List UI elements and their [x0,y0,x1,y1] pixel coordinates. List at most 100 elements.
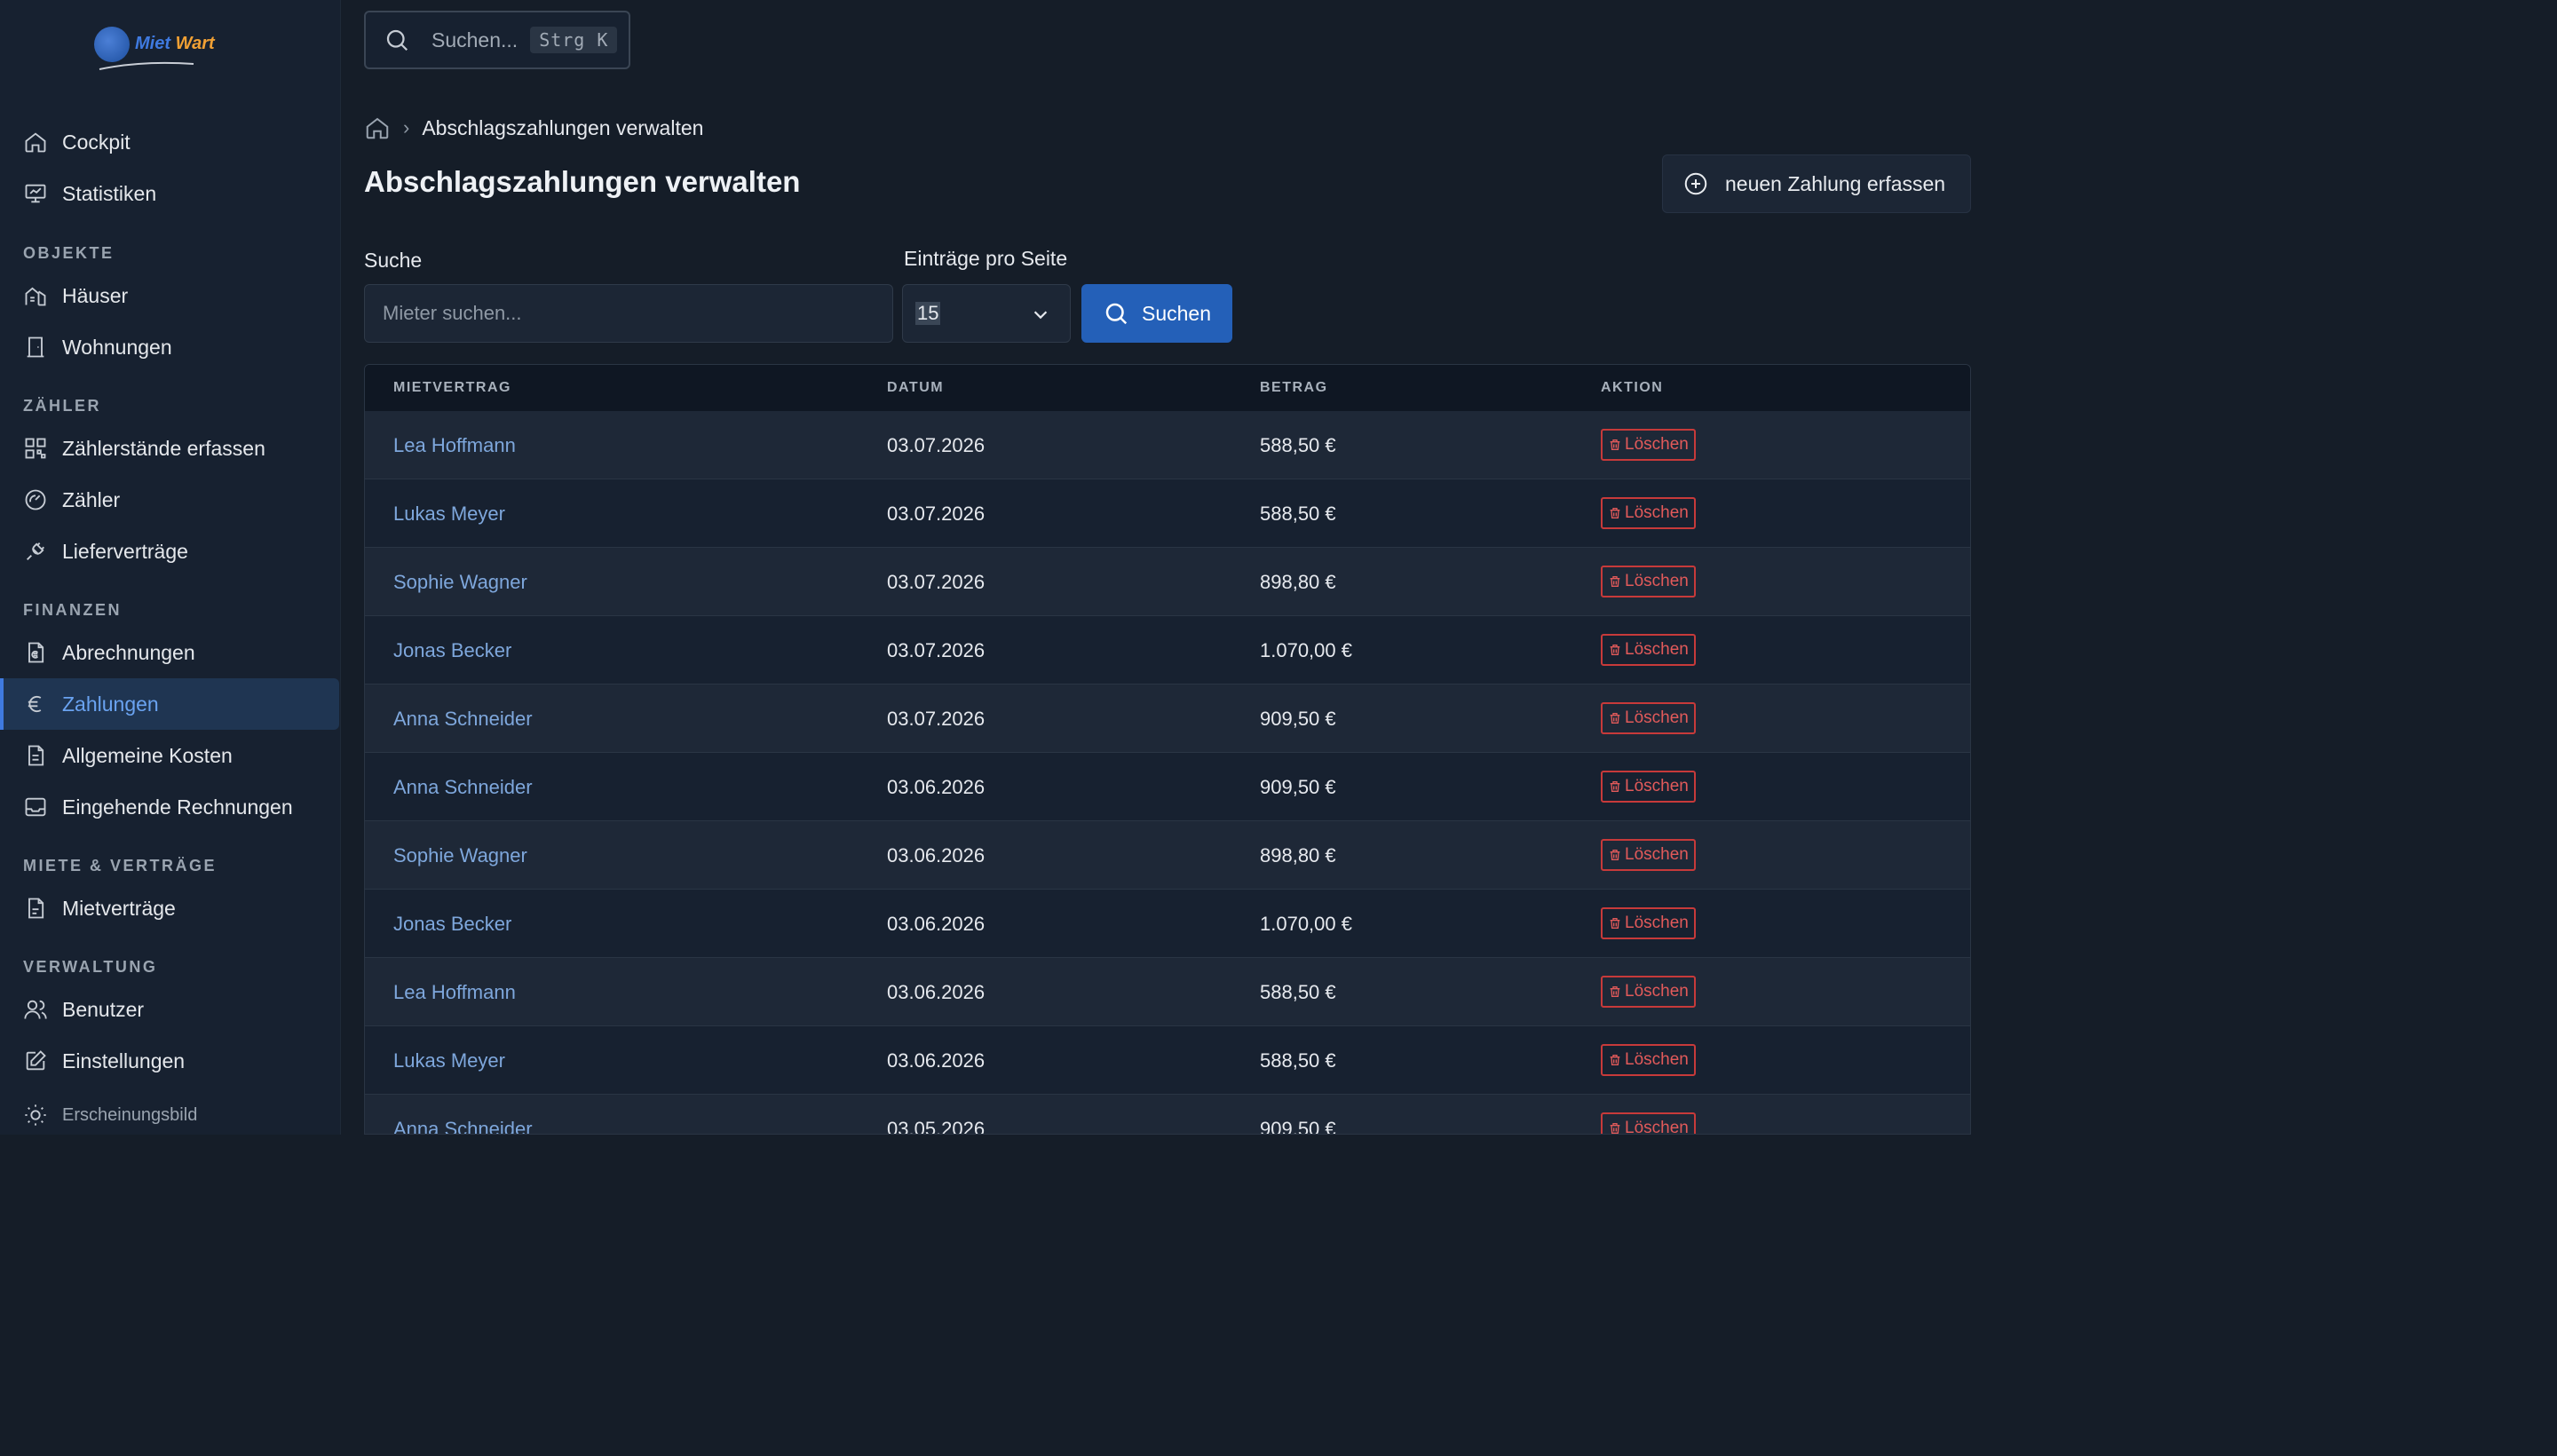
trash-icon [1610,713,1620,724]
app-logo[interactable]: Miet Wart [94,25,227,71]
delete-button[interactable]: Löschen [1601,839,1696,871]
payment-amount: 588,50 € [1260,1049,1336,1072]
trash-icon [1610,850,1620,860]
delete-button[interactable]: Löschen [1601,634,1696,666]
tenant-search-input[interactable] [364,284,893,343]
column-header-datum[interactable]: DATUM [887,380,944,396]
sidebar-item-label: Zählerstände erfassen [62,436,265,460]
payment-amount: 898,80 € [1260,571,1336,593]
grid-icon [25,438,46,459]
table-row: Lea Hoffmann 03.07.2026 588,50 € Löschen [365,411,1970,479]
per-page-select[interactable]: 15 [902,284,1071,343]
section-zaehler: ZÄHLER [23,397,101,415]
payment-amount: 909,50 € [1260,1118,1336,1135]
sidebar-item-einstellungen[interactable]: Einstellungen [0,1035,339,1087]
sidebar-item-zaehler[interactable]: Zähler [0,474,339,526]
column-header-mietvertrag[interactable]: MIETVERTRAG [393,380,511,396]
sidebar-item-cockpit[interactable]: Cockpit [0,116,339,168]
trash-icon [1610,645,1620,655]
sidebar-item-eingehende-rechnungen[interactable]: Eingehende Rechnungen [0,781,339,833]
tenant-link[interactable]: Lea Hoffmann [393,434,516,457]
inbox-icon [25,797,46,817]
presentation-icon [25,184,46,203]
sidebar-item-label: Statistiken [62,181,157,205]
delete-button-label: Löschen [1625,1050,1689,1069]
payments-table: MIETVERTRAG DATUM BETRAG AKTION Lea Hoff… [364,364,1971,1135]
payment-date: 03.06.2026 [887,1049,986,1072]
breadcrumb-current: Abschlagszahlungen verwalten [422,115,704,139]
breadcrumb: › Abschlagszahlungen verwalten [364,114,703,142]
global-search[interactable]: Suchen... Strg K [364,11,630,69]
sun-icon [25,1104,46,1126]
tenant-link[interactable]: Lukas Meyer [393,502,505,526]
trash-icon [1610,1123,1620,1134]
search-icon [1105,303,1128,325]
delete-button[interactable]: Löschen [1601,976,1696,1008]
sidebar-item-label: Abrechnungen [62,640,195,664]
delete-button-label: Löschen [1625,845,1689,864]
search-icon [386,29,408,51]
sidebar-item-label: Eingehende Rechnungen [62,795,293,819]
search-button[interactable]: Suchen [1081,284,1232,343]
sidebar-item-zaehlerstaende[interactable]: Zählerstände erfassen [0,423,339,474]
column-header-betrag[interactable]: BETRAG [1260,380,1328,396]
sidebar-item-haeuser[interactable]: Häuser [0,270,339,321]
payment-amount: 588,50 € [1260,502,1336,525]
appearance-toggle[interactable]: Erscheinungsbild [0,1088,339,1135]
delete-button[interactable]: Löschen [1601,1112,1696,1134]
sidebar-item-wohnungen[interactable]: Wohnungen [0,321,339,373]
trash-icon [1610,781,1620,792]
new-payment-button[interactable]: neuen Zahlung erfassen [1662,154,1971,213]
sidebar-item-abrechnungen[interactable]: Abrechnungen [0,627,339,678]
per-page-label: Einträge pro Seite [904,247,1068,270]
tenant-link[interactable]: Sophie Wagner [393,571,527,594]
invoice-euro-icon [28,642,44,663]
table-row: Jonas Becker 03.07.2026 1.070,00 € Löschen [365,616,1970,684]
payment-date: 03.07.2026 [887,502,986,525]
table-row: Jonas Becker 03.06.2026 1.070,00 € Löschen [365,890,1970,958]
delete-button[interactable]: Löschen [1601,702,1696,734]
table-row: Sophie Wagner 03.07.2026 898,80 € Löschen [365,548,1970,616]
tenant-link[interactable]: Jonas Becker [393,913,511,936]
sidebar-item-liefervertraege[interactable]: Lieferverträge [0,526,339,577]
delete-button[interactable]: Löschen [1601,566,1696,597]
delete-button[interactable]: Löschen [1601,771,1696,803]
table-row: Sophie Wagner 03.06.2026 898,80 € Löschen [365,821,1970,890]
delete-button[interactable]: Löschen [1601,1044,1696,1076]
section-objekte: OBJEKTE [23,244,115,262]
payment-date: 03.06.2026 [887,776,986,798]
tenant-link[interactable]: Sophie Wagner [393,844,527,867]
sidebar-item-statistiken[interactable]: Statistiken [0,168,339,219]
column-header-aktion: AKTION [1601,380,1664,395]
home-icon[interactable] [364,115,391,141]
sidebar-item-zahlungen[interactable]: Zahlungen [0,678,339,730]
payment-amount: 909,50 € [1260,708,1336,730]
tenant-link[interactable]: Lukas Meyer [393,1049,505,1072]
delete-button[interactable]: Löschen [1601,429,1696,461]
delete-button[interactable]: Löschen [1601,497,1696,529]
payment-date: 03.07.2026 [887,434,986,456]
tenant-link[interactable]: Anna Schneider [393,776,533,799]
tenant-link[interactable]: Anna Schneider [393,708,533,731]
payment-amount: 1.070,00 € [1260,639,1352,661]
sidebar-item-label: Mietverträge [62,896,176,920]
table-row: Anna Schneider 03.07.2026 909,50 € Löschen [365,684,1970,753]
chevron-down-icon [1033,311,1048,320]
tenant-link[interactable]: Lea Hoffmann [393,981,516,1004]
sidebar-item-allgemeine-kosten[interactable]: Allgemeine Kosten [0,730,339,781]
tenant-link[interactable]: Anna Schneider [393,1118,533,1134]
sidebar-item-label: Häuser [62,283,129,307]
delete-button[interactable]: Löschen [1601,907,1696,939]
sidebar-item-benutzer[interactable]: Benutzer [0,984,339,1035]
plus-circle-icon [1684,172,1707,195]
per-page-value: 15 [915,302,941,325]
sidebar-item-mietvertraege[interactable]: Mietverträge [0,882,339,934]
table-header: MIETVERTRAG DATUM BETRAG AKTION [365,365,1970,411]
delete-button-label: Löschen [1625,982,1689,1001]
sidebar-item-label: Lieferverträge [62,539,188,563]
tenant-link[interactable]: Jonas Becker [393,639,511,662]
logo-text: Miet Wart [135,34,215,53]
trash-icon [1610,986,1620,997]
section-verwaltung: VERWALTUNG [23,958,158,976]
new-payment-button-label: neuen Zahlung erfassen [1725,171,1946,195]
